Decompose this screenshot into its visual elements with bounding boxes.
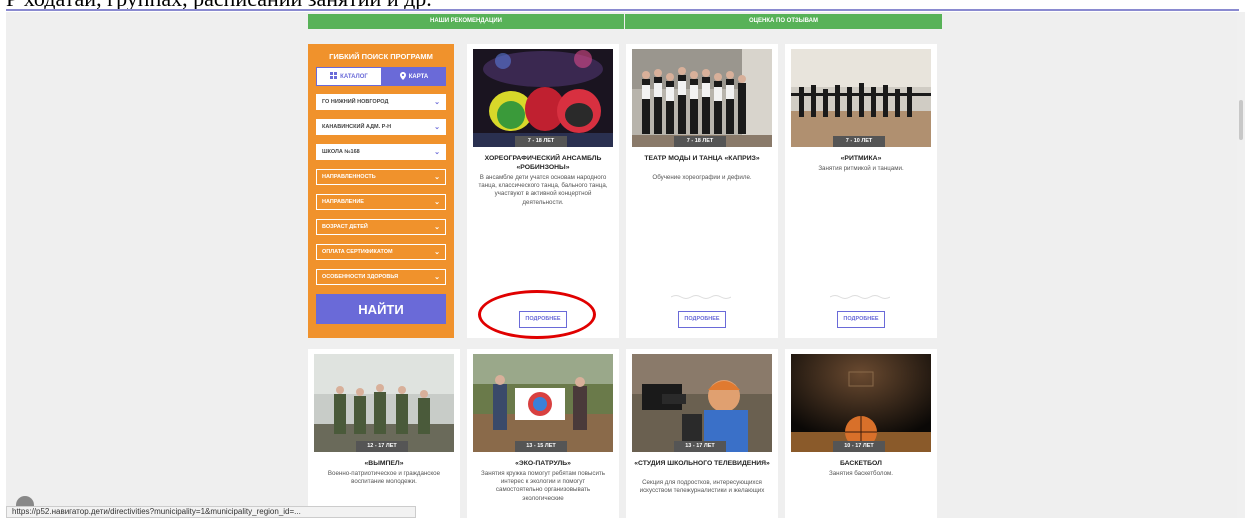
program-card[interactable]: 13 - 17 ЛЕТ «СТУДИЯ ШКОЛЬНОГО ТЕЛЕВИДЕНИ… [626, 349, 778, 518]
payment-select[interactable]: ОПЛАТА СЕРТИФИКАТОМ ⌄ [316, 244, 446, 260]
program-description: Обучение хореографии и дефиле. [652, 174, 752, 181]
header-rating[interactable]: ОЦЕНКА ПО ОТЗЫВАМ [625, 14, 942, 29]
program-photo [632, 49, 772, 147]
municipality-value: ГО НИЖНИЙ НОВГОРОД [322, 99, 389, 105]
chevron-down-icon: ⌄ [434, 274, 440, 281]
age-badge: 7 - 18 ЛЕТ [674, 136, 726, 147]
program-description: Занятия ритмикой и танцами. [818, 165, 904, 172]
program-photo [473, 49, 613, 147]
program-title[interactable]: БАСКЕТБОЛ [791, 459, 931, 468]
find-button[interactable]: НАЙТИ [316, 294, 446, 324]
divider-wave [671, 295, 731, 299]
district-select[interactable]: КАНАВИНСКИЙ АДМ. Р-Н ⌄ [316, 119, 446, 135]
program-photo [791, 49, 931, 147]
chevron-down-icon: ⌄ [434, 249, 440, 256]
direction-placeholder: НАПРАВЛЕНИЕ [322, 199, 364, 205]
program-title[interactable]: ХОРЕОГРАФИЧЕСКИЙ АНСАМБЛЬ «РОБИНЗОНЫ» [473, 154, 613, 172]
scrollbar-thumb[interactable] [1239, 100, 1243, 140]
district-value: КАНАВИНСКИЙ АДМ. Р-Н [322, 124, 392, 130]
chevron-down-icon: ⌄ [434, 99, 440, 106]
catalog-tab[interactable]: КАТАЛОГ [316, 67, 382, 86]
more-button[interactable]: ПОДРОБНЕЕ [837, 311, 885, 328]
health-placeholder: ОСОБЕННОСТИ ЗДОРОВЬЯ [322, 274, 399, 280]
focus-select[interactable]: НАПРАВЛЕННОСТЬ ⌄ [316, 169, 446, 185]
chevron-down-icon: ⌄ [434, 174, 440, 181]
program-description: В ансамбле дети учатся основам народного… [478, 174, 608, 206]
organization-value: ШКОЛА №168 [322, 149, 360, 155]
municipality-select[interactable]: ГО НИЖНИЙ НОВГОРОД ⌄ [316, 94, 446, 110]
program-photo [314, 354, 454, 452]
caption-rule [6, 9, 1239, 11]
focus-placeholder: НАПРАВЛЕННОСТЬ [322, 174, 376, 180]
age-badge: 10 - 17 ЛЕТ [833, 441, 885, 452]
program-description: Занятия баскетболом. [828, 470, 894, 477]
program-card[interactable]: 13 - 15 ЛЕТ «ЭКО-ПАТРУЛЬ» Занятия кружка… [467, 349, 619, 518]
chevron-down-icon: ⌄ [434, 199, 440, 206]
age-badge: 13 - 17 ЛЕТ [674, 441, 726, 452]
view-switcher: КАТАЛОГ КАРТА [316, 67, 446, 86]
program-photo [473, 354, 613, 452]
chevron-down-icon: ⌄ [434, 224, 440, 231]
program-description: Секция для подростков, интересующихся ис… [639, 479, 765, 495]
grid-icon [330, 72, 338, 81]
page-scrollbar[interactable] [1237, 12, 1245, 518]
program-description: Занятия кружка помогут ребятам повысить … [481, 470, 605, 502]
status-bar-url: https://p52.навигатор.дети/directivities… [6, 506, 416, 518]
program-title[interactable]: «СТУДИЯ ШКОЛЬНОГО ТЕЛЕВИДЕНИЯ» [632, 459, 772, 468]
highlight-annotation [478, 290, 596, 339]
program-photo [791, 354, 931, 452]
program-card[interactable]: 12 - 17 ЛЕТ «ВЫМПЕЛ» Военно-патриотическ… [308, 349, 460, 518]
chevron-down-icon: ⌄ [434, 149, 440, 156]
age-badge: 13 - 15 ЛЕТ [515, 441, 567, 452]
search-filter-panel: ГИБКИЙ ПОИСК ПРОГРАММ КАТАЛОГ КАРТА ГО Н… [308, 44, 454, 338]
age-badge: 12 - 17 ЛЕТ [356, 441, 408, 452]
direction-select[interactable]: НАПРАВЛЕНИЕ ⌄ [316, 194, 446, 210]
caption-strip: Р ходатаи, группах, расписании занятии и… [0, 0, 1245, 12]
more-button[interactable]: ПОДРОБНЕЕ [678, 311, 726, 328]
age-badge: 7 - 18 ЛЕТ [515, 136, 567, 147]
program-card[interactable]: 7 - 10 ЛЕТ «РИТМИКА» Занятия ритмикой и … [785, 44, 937, 338]
catalog-tab-label: КАТАЛОГ [340, 73, 368, 80]
map-tab-label: КАРТА [408, 73, 429, 80]
age-select[interactable]: ВОЗРАСТ ДЕТЕЙ ⌄ [316, 219, 446, 235]
program-card[interactable]: 10 - 17 ЛЕТ БАСКЕТБОЛ Занятия баскетболо… [785, 349, 937, 518]
filter-title: ГИБКИЙ ПОИСК ПРОГРАММ [329, 52, 433, 61]
age-placeholder: ВОЗРАСТ ДЕТЕЙ [322, 224, 368, 230]
program-photo [632, 354, 772, 452]
program-card[interactable]: 7 - 18 ЛЕТ ТЕАТР МОДЫ И ТАНЦА «КАПРИЗ» О… [626, 44, 778, 338]
payment-placeholder: ОПЛАТА СЕРТИФИКАТОМ [322, 249, 393, 255]
map-pin-icon [399, 71, 406, 82]
header-recommendations[interactable]: НАШИ РЕКОМЕНДАЦИИ [308, 14, 624, 29]
divider-wave [830, 295, 890, 299]
chevron-down-icon: ⌄ [434, 124, 440, 131]
map-tab[interactable]: КАРТА [382, 67, 446, 86]
program-title[interactable]: «РИТМИКА» [791, 154, 931, 163]
program-description: Военно-патриотическое и гражданское восп… [327, 470, 441, 486]
browser-page: НАШИ РЕКОМЕНДАЦИИ ОЦЕНКА ПО ОТЗЫВАМ ГИБК… [6, 12, 1239, 518]
age-badge: 7 - 10 ЛЕТ [833, 136, 885, 147]
program-title[interactable]: ТЕАТР МОДЫ И ТАНЦА «КАПРИЗ» [632, 154, 772, 163]
program-title[interactable]: «ЭКО-ПАТРУЛЬ» [473, 459, 613, 468]
organization-select[interactable]: ШКОЛА №168 ⌄ [316, 144, 446, 160]
program-title[interactable]: «ВЫМПЕЛ» [314, 459, 454, 468]
health-select[interactable]: ОСОБЕННОСТИ ЗДОРОВЬЯ ⌄ [316, 269, 446, 285]
